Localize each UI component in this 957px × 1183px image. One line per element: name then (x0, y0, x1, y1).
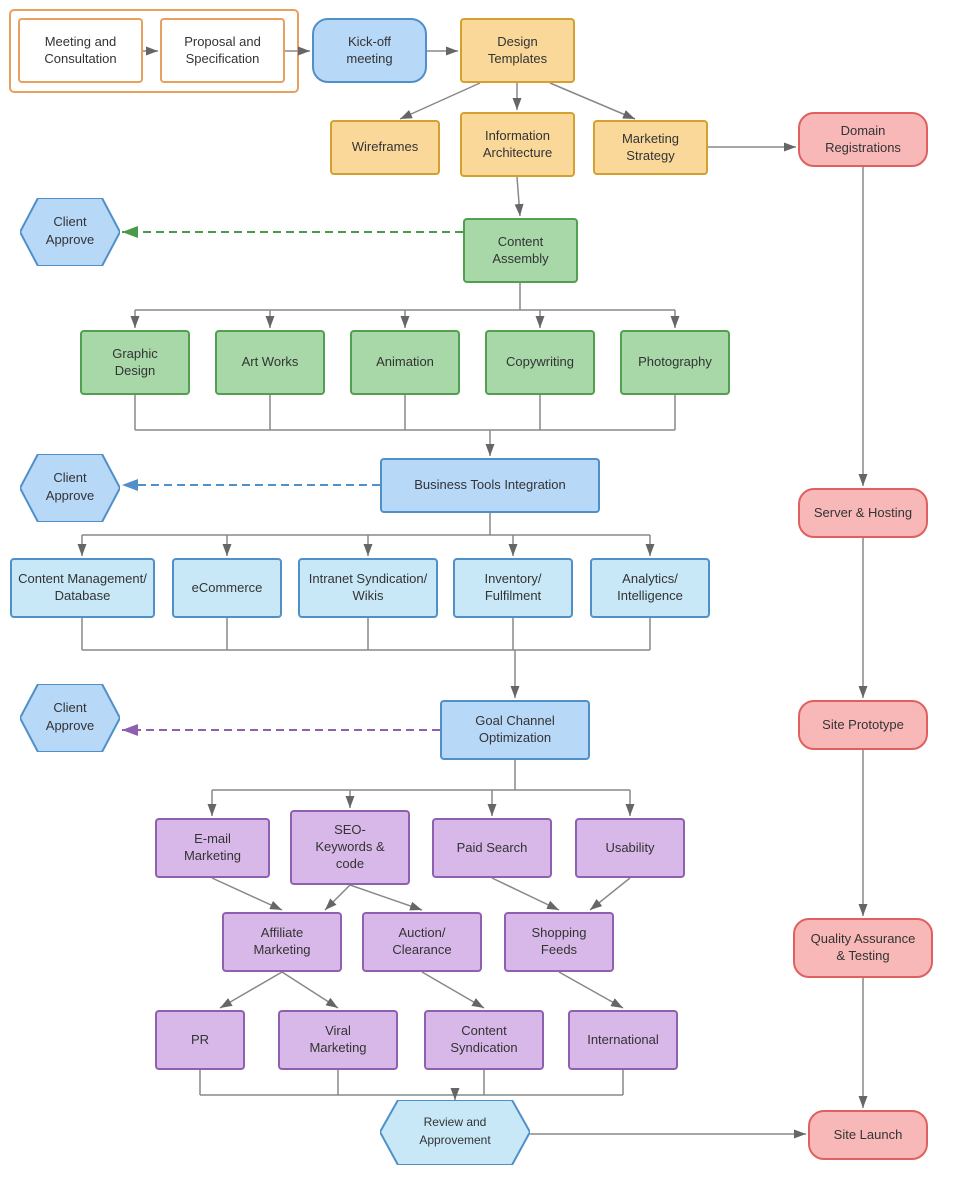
pr-node: PR (155, 1010, 245, 1070)
viral-marketing-node: ViralMarketing (278, 1010, 398, 1070)
auction-node: Auction/Clearance (362, 912, 482, 972)
marketing-strategy-node: MarketingStrategy (593, 120, 708, 175)
ecommerce-label: eCommerce (192, 580, 263, 597)
seo-label: SEO-Keywords &code (315, 822, 384, 873)
viral-marketing-label: ViralMarketing (309, 1023, 366, 1057)
server-hosting-label: Server & Hosting (814, 505, 912, 522)
svg-text:Approvement: Approvement (419, 1133, 491, 1147)
international-label: International (587, 1032, 659, 1049)
content-syndication-label: ContentSyndication (450, 1023, 517, 1057)
animation-label: Animation (376, 354, 434, 371)
svg-text:Client: Client (53, 214, 87, 229)
animation-node: Animation (350, 330, 460, 395)
pr-label: PR (191, 1032, 209, 1049)
info-arch-label: InformationArchitecture (483, 128, 552, 162)
ecommerce-node: eCommerce (172, 558, 282, 618)
meeting-label: Meeting and Consultation (26, 34, 135, 68)
affiliate-label: AffiliateMarketing (253, 925, 310, 959)
email-marketing-label: E-mailMarketing (184, 831, 241, 865)
goal-channel-label: Goal ChannelOptimization (475, 713, 555, 747)
wireframes-node: Wireframes (330, 120, 440, 175)
site-launch-label: Site Launch (834, 1127, 903, 1144)
content-assembly-label: ContentAssembly (492, 234, 548, 268)
content-mgmt-node: Content Management/Database (10, 558, 155, 618)
shopping-feeds-node: ShoppingFeeds (504, 912, 614, 972)
graphic-design-label: GraphicDesign (112, 346, 158, 380)
usability-label: Usability (605, 840, 654, 857)
biz-tools-node: Business Tools Integration (380, 458, 600, 513)
design-templates-label: DesignTemplates (488, 34, 547, 68)
info-arch-node: InformationArchitecture (460, 112, 575, 177)
server-hosting-node: Server & Hosting (798, 488, 928, 538)
shopping-feeds-label: ShoppingFeeds (532, 925, 587, 959)
copywriting-label: Copywriting (506, 354, 574, 371)
client-approve-2-node: Client Approve (20, 454, 120, 522)
paid-search-label: Paid Search (457, 840, 528, 857)
meeting-consultation-node: Meeting and Consultation (18, 18, 143, 83)
intranet-label: Intranet Syndication/Wikis (309, 571, 428, 605)
seo-node: SEO-Keywords &code (290, 810, 410, 885)
art-works-label: Art Works (242, 354, 299, 371)
proposal-node: Proposal andSpecification (160, 18, 285, 83)
diagram-container: Meeting and Consultation Proposal andSpe… (0, 0, 957, 1183)
content-assembly-node: ContentAssembly (463, 218, 578, 283)
art-works-node: Art Works (215, 330, 325, 395)
analytics-node: Analytics/Intelligence (590, 558, 710, 618)
inventory-node: Inventory/Fulfilment (453, 558, 573, 618)
proposal-label: Proposal andSpecification (184, 34, 261, 68)
svg-text:Client: Client (53, 700, 87, 715)
client-approve-1-node: Client Approve (20, 198, 120, 266)
kickoff-node: Kick-offmeeting (312, 18, 427, 83)
international-node: International (568, 1010, 678, 1070)
photography-label: Photography (638, 354, 712, 371)
usability-node: Usability (575, 818, 685, 878)
svg-text:Review and: Review and (424, 1115, 487, 1129)
client-approve-3-node: Client Approve (20, 684, 120, 752)
site-prototype-node: Site Prototype (798, 700, 928, 750)
svg-text:Approve: Approve (46, 488, 94, 503)
domain-label: DomainRegistrations (825, 123, 901, 157)
qa-testing-label: Quality Assurance& Testing (811, 931, 916, 965)
intranet-node: Intranet Syndication/Wikis (298, 558, 438, 618)
copywriting-node: Copywriting (485, 330, 595, 395)
domain-node: DomainRegistrations (798, 112, 928, 167)
review-node: Review and Approvement (380, 1100, 530, 1165)
wireframes-label: Wireframes (352, 139, 418, 156)
kickoff-label: Kick-offmeeting (346, 34, 392, 68)
graphic-design-node: GraphicDesign (80, 330, 190, 395)
content-syndication-node: ContentSyndication (424, 1010, 544, 1070)
biz-tools-label: Business Tools Integration (414, 477, 566, 494)
goal-channel-node: Goal ChannelOptimization (440, 700, 590, 760)
paid-search-node: Paid Search (432, 818, 552, 878)
email-marketing-node: E-mailMarketing (155, 818, 270, 878)
analytics-label: Analytics/Intelligence (617, 571, 683, 605)
marketing-strategy-label: MarketingStrategy (622, 131, 679, 165)
qa-testing-node: Quality Assurance& Testing (793, 918, 933, 978)
svg-text:Approve: Approve (46, 718, 94, 733)
content-mgmt-label: Content Management/Database (18, 571, 147, 605)
svg-text:Approve: Approve (46, 232, 94, 247)
svg-text:Client: Client (53, 470, 87, 485)
design-templates-node: DesignTemplates (460, 18, 575, 83)
affiliate-node: AffiliateMarketing (222, 912, 342, 972)
auction-label: Auction/Clearance (392, 925, 451, 959)
site-prototype-label: Site Prototype (822, 717, 904, 734)
photography-node: Photography (620, 330, 730, 395)
site-launch-node: Site Launch (808, 1110, 928, 1160)
inventory-label: Inventory/Fulfilment (484, 571, 541, 605)
